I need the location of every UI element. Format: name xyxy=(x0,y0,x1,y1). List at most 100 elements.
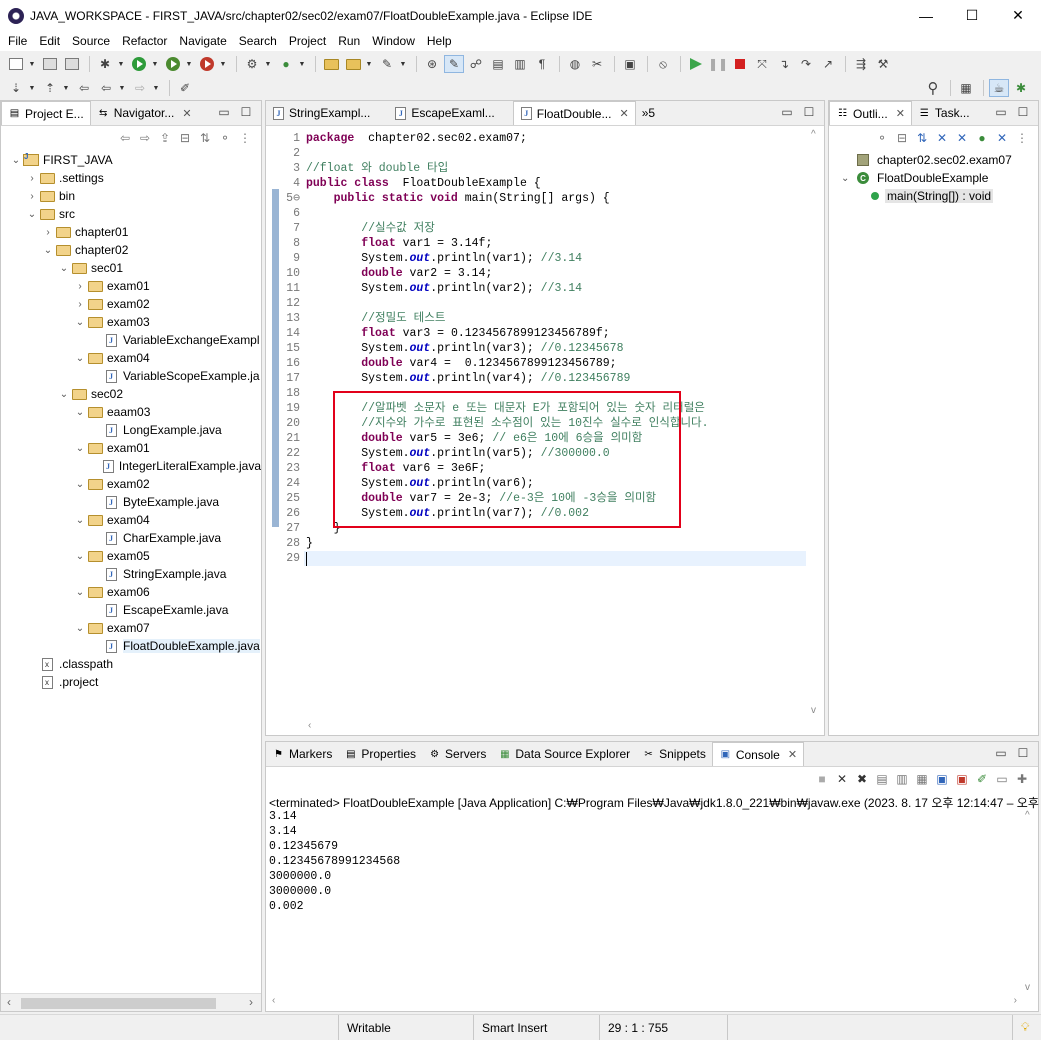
web-browser-icon[interactable]: ◍ xyxy=(565,55,585,73)
tree-item[interactable]: ⌄ exam04 xyxy=(1,511,261,529)
chevron-down-icon[interactable]: ⌄ xyxy=(57,263,71,274)
tree-item[interactable]: › .settings xyxy=(1,169,261,187)
back-icon[interactable]: ⇦ xyxy=(96,79,116,97)
chevron-down-icon[interactable]: ⌄ xyxy=(73,353,87,364)
code-line[interactable] xyxy=(306,551,824,566)
editor-horizontal-scrollbar[interactable]: ‹ xyxy=(304,718,807,735)
tree-item[interactable]: ⌄ sec01 xyxy=(1,259,261,277)
tree-item[interactable]: ⌄ sec02 xyxy=(1,385,261,403)
terminate-icon[interactable] xyxy=(730,55,750,73)
filters-icon[interactable]: ⚬ xyxy=(215,131,235,145)
close-icon[interactable]: ✕ xyxy=(788,748,797,761)
minimize-view-icon[interactable]: ▭ xyxy=(213,105,235,119)
chevron-right-icon[interactable]: › xyxy=(25,173,39,184)
drop-to-frame-icon[interactable]: ⚒ xyxy=(873,55,893,73)
tree-item[interactable]: ⌄ FIRST_JAVA xyxy=(1,151,261,169)
debug-icon[interactable]: ✱ xyxy=(95,55,115,73)
chevron-down-icon[interactable]: ⌄ xyxy=(57,389,71,400)
new-server-icon[interactable]: ⚙ xyxy=(242,55,262,73)
minimize-button[interactable]: — xyxy=(903,0,949,31)
tree-item[interactable]: J StringExample.java xyxy=(1,565,261,583)
coverage-dropdown-icon[interactable]: ▼ xyxy=(185,61,193,68)
chevron-down-icon[interactable]: ⌄ xyxy=(73,443,87,454)
menu-search[interactable]: Search xyxy=(233,34,283,48)
pin-editor-icon[interactable]: ✐ xyxy=(175,79,195,97)
previous-annotation-icon[interactable]: ⇡ xyxy=(40,79,60,97)
open-type-icon[interactable] xyxy=(321,55,341,73)
java-ee-perspective-icon[interactable]: ☕ xyxy=(989,79,1009,97)
maximize-view-icon[interactable]: ☐ xyxy=(1012,746,1034,760)
debug-dropdown-icon[interactable]: ▼ xyxy=(117,61,125,68)
outline-class[interactable]: ⌄ C FloatDoubleExample xyxy=(841,169,1038,187)
code-line[interactable]: System.out.println(var3); //0.12345678 xyxy=(306,341,824,356)
outline-method[interactable]: main(String[]) : void xyxy=(841,187,1038,205)
tab-string-example[interactable]: J StringExampl... xyxy=(266,101,376,125)
code-line[interactable] xyxy=(306,146,824,161)
outline-package[interactable]: chapter02.sec02.exam07 xyxy=(841,151,1038,169)
show-whitespace-icon[interactable]: ¶ xyxy=(532,55,552,73)
tree-item[interactable]: ⌄ src xyxy=(1,205,261,223)
scroll-lock-icon[interactable]: ▥ xyxy=(892,772,912,786)
close-icon[interactable]: ✕ xyxy=(182,107,191,120)
disconnect-icon[interactable]: ⤧ xyxy=(752,55,772,73)
chevron-down-icon[interactable]: ⌄ xyxy=(73,407,87,418)
chevron-down-icon[interactable]: ⌄ xyxy=(41,245,55,256)
tree-item[interactable]: x .project xyxy=(1,673,261,691)
block-selection-icon[interactable]: ▤ xyxy=(488,55,508,73)
focus-icon[interactable]: ⚬ xyxy=(872,131,892,145)
code-line[interactable]: } xyxy=(306,536,824,551)
code-line[interactable]: package chapter02.sec02.exam07; xyxy=(306,131,824,146)
breadcrumb-icon[interactable]: ☍ xyxy=(466,55,486,73)
word-wrap-icon[interactable]: ▦ xyxy=(912,772,932,786)
use-step-filters-icon[interactable]: ⇶ xyxy=(851,55,871,73)
open-console-icon[interactable]: ✚ xyxy=(1012,772,1032,786)
forward-icon[interactable]: ⇨ xyxy=(135,131,155,145)
new-java-class-icon[interactable]: ● xyxy=(276,55,296,73)
chevron-down-icon[interactable]: ⌄ xyxy=(73,317,87,328)
scroll-up-icon[interactable]: ^ xyxy=(811,129,816,140)
scrollbar-thumb[interactable] xyxy=(21,998,216,1009)
chevron-right-icon[interactable]: › xyxy=(41,227,55,238)
status-insert-mode[interactable]: Smart Insert xyxy=(473,1015,599,1040)
scroll-right-icon[interactable]: › xyxy=(249,995,253,1009)
tree-item[interactable]: x .classpath xyxy=(1,655,261,673)
search-icon[interactable]: ⚲ xyxy=(923,79,943,97)
code-line[interactable]: double var4 = 0.1234567899123456789; xyxy=(306,356,824,371)
hide-static-icon[interactable]: ✕ xyxy=(952,131,972,145)
tree-item[interactable]: J IntegerLiteralExample.java xyxy=(1,457,261,475)
skip-breakpoints-icon[interactable]: ⦸ xyxy=(653,55,673,73)
code-line[interactable]: System.out.println(var4); //0.123456789 xyxy=(306,371,824,386)
back-dropdown-icon[interactable]: ▼ xyxy=(118,85,126,92)
show-on-stdout-icon[interactable]: ▣ xyxy=(932,772,952,786)
tab-data-source-explorer[interactable]: ▦ Data Source Explorer xyxy=(492,742,636,766)
chevron-down-icon[interactable]: ⌄ xyxy=(73,587,87,598)
chevron-right-icon[interactable]: › xyxy=(25,191,39,202)
link-with-editor-icon[interactable]: ⇅ xyxy=(195,131,215,145)
tab-project-explorer[interactable]: ▤ Project E... xyxy=(1,101,91,125)
chevron-right-icon[interactable]: › xyxy=(73,281,87,292)
last-edit-location-icon[interactable]: ⇦ xyxy=(74,79,94,97)
tree-item[interactable]: ⌄ exam07 xyxy=(1,619,261,637)
code-line[interactable]: //정밀도 테스트 xyxy=(306,311,824,326)
tree-item[interactable]: ⌄ exam05 xyxy=(1,547,261,565)
tree-item[interactable]: ⌄ exam02 xyxy=(1,475,261,493)
minimize-view-icon[interactable]: ▭ xyxy=(776,105,798,119)
scroll-down-icon[interactable]: v xyxy=(811,705,816,716)
tree-item[interactable]: › exam02 xyxy=(1,295,261,313)
scroll-left-icon[interactable]: ‹ xyxy=(272,995,275,1006)
new-dropdown-icon[interactable]: ▼ xyxy=(28,61,36,68)
code-line[interactable] xyxy=(306,206,824,221)
maximize-view-icon[interactable]: ☐ xyxy=(798,105,820,119)
code-line[interactable]: //실수값 저장 xyxy=(306,221,824,236)
back-icon[interactable]: ⇦ xyxy=(115,131,135,145)
maximize-button[interactable]: ☐ xyxy=(949,0,995,31)
annotation-icon[interactable]: ⊛ xyxy=(422,55,442,73)
code-line[interactable]: public class FloatDoubleExample { xyxy=(306,176,824,191)
chevron-right-icon[interactable]: › xyxy=(73,299,87,310)
resume-icon[interactable] xyxy=(686,55,706,73)
tab-outline[interactable]: ☷ Outli... ✕ xyxy=(829,101,912,125)
tab-properties[interactable]: ▤ Properties xyxy=(338,742,422,766)
chevron-down-icon[interactable]: ⌄ xyxy=(25,209,39,220)
collapse-all-icon[interactable]: ⊟ xyxy=(892,131,912,145)
step-return-icon[interactable]: ↗ xyxy=(818,55,838,73)
